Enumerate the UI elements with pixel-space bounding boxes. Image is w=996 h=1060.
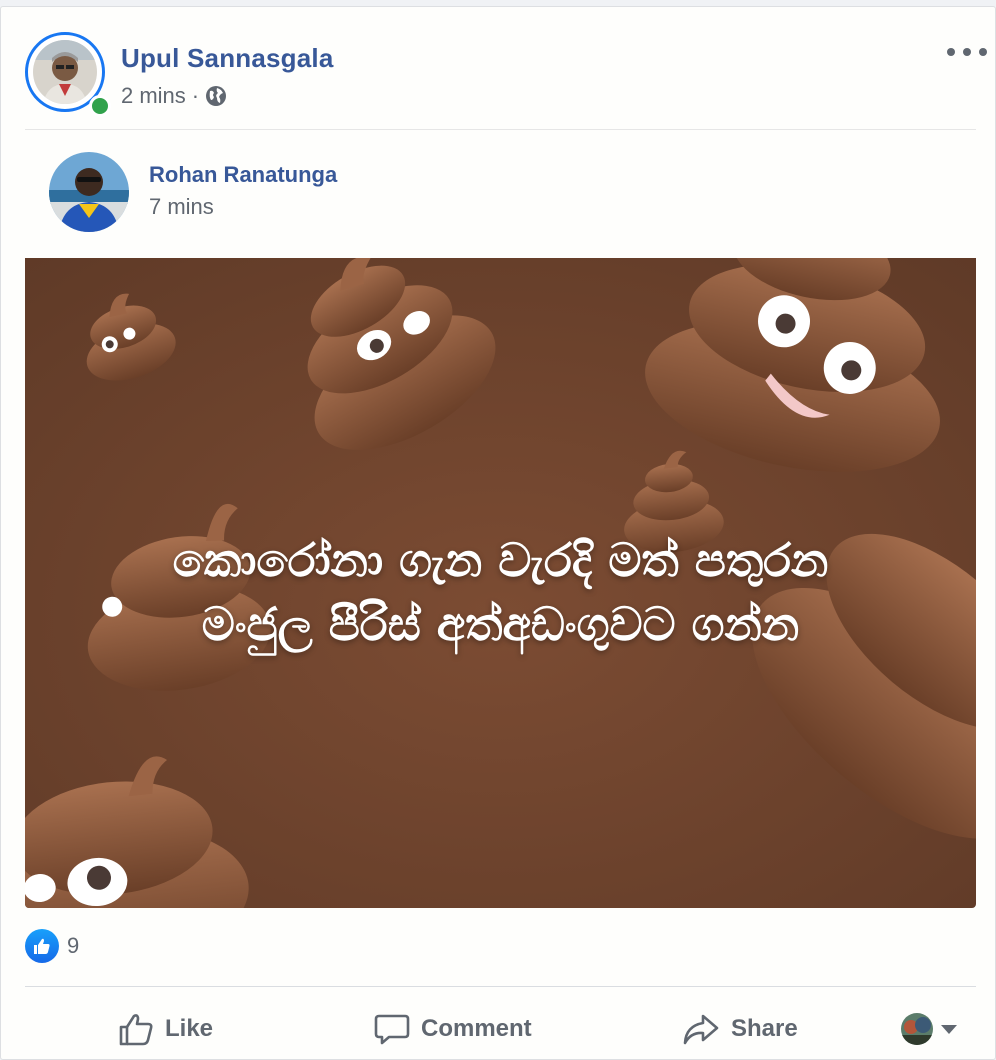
- post-actions: Like Comment Share: [25, 997, 976, 1059]
- more-dot-icon: [963, 48, 971, 56]
- more-dot-icon: [979, 48, 987, 56]
- like-reaction-icon: [25, 929, 59, 963]
- comment-button[interactable]: Comment: [373, 1007, 532, 1051]
- more-options-button[interactable]: [947, 37, 987, 67]
- share-button[interactable]: Share: [681, 1007, 798, 1051]
- reaction-summary[interactable]: 9: [25, 929, 79, 963]
- globe-icon[interactable]: [205, 85, 227, 107]
- comment-button-label: Comment: [421, 1015, 532, 1042]
- author-name[interactable]: Upul Sannasgala: [121, 43, 334, 74]
- post-meta: 2 mins ·: [121, 83, 227, 109]
- post-timestamp[interactable]: 2 mins: [121, 83, 186, 109]
- image-caption: කොරෝනා ගැන වැරදි මත් පතුරන මංජුල පීරිස් …: [25, 528, 976, 656]
- reaction-count: 9: [67, 933, 80, 958]
- online-status-icon: [89, 95, 111, 117]
- avatar: [901, 1013, 933, 1045]
- thumbs-up-icon: [119, 1014, 153, 1046]
- reaction-audience-selector[interactable]: [901, 1007, 957, 1051]
- comment-bubble-icon: [374, 1014, 410, 1045]
- more-dot-icon: [947, 48, 955, 56]
- post-image[interactable]: කොරෝනා ගැන වැරදි මත් පතුරන මංජුල පීරිස් …: [25, 258, 976, 908]
- author-avatar[interactable]: [25, 32, 111, 117]
- shared-author-name[interactable]: Rohan Ranatunga: [149, 162, 337, 188]
- avatar: [33, 40, 97, 104]
- post-card: Upul Sannasgala 2 mins · Rohan Ranatunga…: [0, 6, 996, 1060]
- image-caption-line-1: කොරෝනා ගැන වැරදි මත් පතුරන: [172, 533, 829, 587]
- chevron-down-icon: [941, 1024, 957, 1034]
- like-button-label: Like: [165, 1015, 214, 1042]
- meta-separator: ·: [191, 83, 200, 108]
- share-arrow-icon: [683, 1014, 719, 1045]
- shared-post[interactable]: Rohan Ranatunga 7 mins කොරෝනා ගැන වැරදි …: [25, 129, 976, 908]
- shared-author-avatar[interactable]: [49, 152, 129, 232]
- actions-divider: [25, 986, 976, 987]
- like-button[interactable]: Like: [117, 1007, 213, 1051]
- shared-timestamp[interactable]: 7 mins: [149, 194, 214, 220]
- share-button-label: Share: [731, 1015, 798, 1042]
- image-caption-line-2: මංජුල පීරිස් අත්අඩංගුවට ගන්න: [201, 597, 800, 651]
